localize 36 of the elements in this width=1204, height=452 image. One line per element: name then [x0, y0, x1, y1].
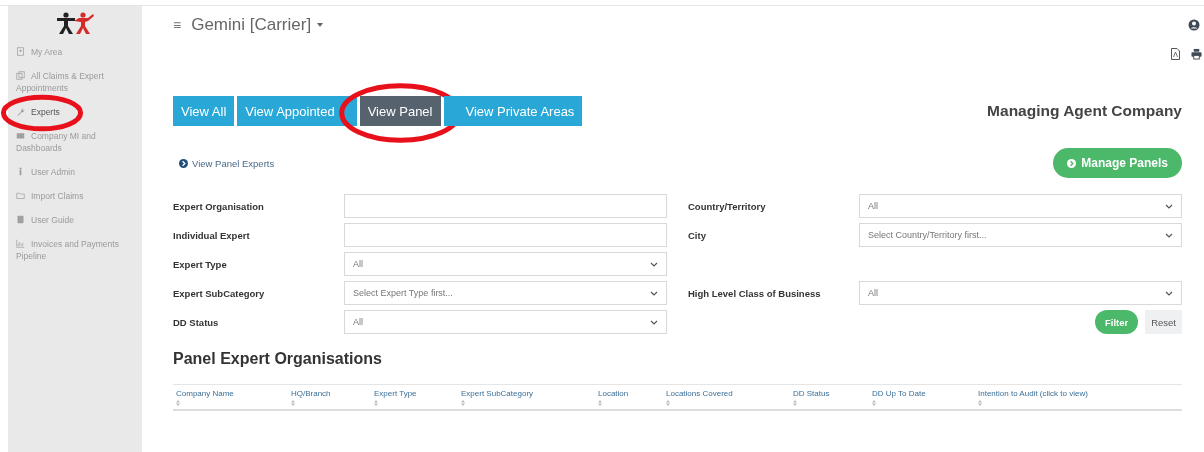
field-label: Expert Organisation	[173, 200, 265, 212]
column-header[interactable]: Location	[598, 389, 629, 398]
field-label: DD Status	[173, 316, 220, 328]
field-label: Expert SubCategory	[173, 287, 266, 299]
column-header[interactable]: Intention to Audit (click to view)	[978, 389, 1088, 398]
field-label: High Level Class of Business	[688, 287, 822, 299]
select-field[interactable]: Select Expert Type first...	[344, 281, 667, 305]
column-header[interactable]: DD Up To Date	[872, 389, 926, 398]
select-field[interactable]: All	[859, 281, 1182, 305]
view-tab[interactable]: View All	[173, 96, 235, 126]
select-field[interactable]: All	[344, 252, 667, 276]
select-field[interactable]: All	[859, 194, 1182, 218]
account-title[interactable]: Gemini [Carrier]	[191, 15, 312, 35]
filter-button[interactable]: Filter	[1094, 310, 1139, 334]
column-header[interactable]: DD Status	[793, 389, 830, 398]
section-heading: Panel Expert Organisations	[173, 350, 383, 368]
menu-icon[interactable]: ≡	[173, 17, 182, 33]
column-header[interactable]: Expert Type	[374, 389, 417, 398]
view-tab[interactable]: View Panel	[359, 96, 441, 126]
column-header[interactable]: HQ/Branch	[291, 389, 331, 398]
column-header[interactable]: Expert SubCategory	[461, 389, 534, 398]
column-header[interactable]: Company Name	[176, 389, 234, 398]
select-field[interactable]: Select Country/Territory first...	[859, 223, 1182, 247]
view-tab[interactable]: View Private Areas	[443, 96, 583, 126]
reset-button[interactable]: Reset	[1145, 310, 1182, 334]
select-field[interactable]: All	[344, 310, 667, 334]
column-header[interactable]: Locations Covered	[666, 389, 733, 398]
field-label: Expert Type	[173, 258, 228, 270]
field-label: Individual Expert	[173, 229, 251, 241]
company-heading: Managing Agent Company	[987, 102, 1182, 120]
field-label: City	[688, 229, 707, 241]
field-label: Country/Territory	[688, 200, 767, 212]
view-panel-experts-link[interactable]: View Panel Experts	[179, 157, 275, 169]
manage-panels-button[interactable]: Manage Panels	[1053, 148, 1182, 178]
view-tab[interactable]: View Appointed	[237, 96, 357, 126]
sidebar-item[interactable]: Experts	[8, 106, 142, 118]
